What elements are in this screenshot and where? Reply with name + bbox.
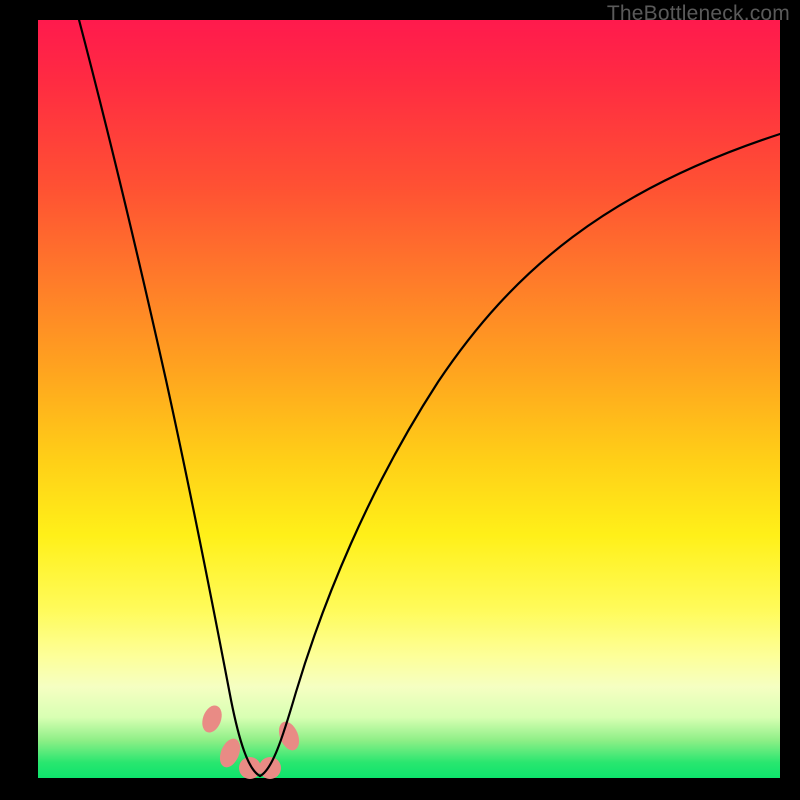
watermark-text: TheBottleneck.com [607,2,790,26]
chart-frame: TheBottleneck.com [0,0,800,800]
curve-svg [38,20,780,778]
plot-area [38,20,780,778]
marker-blob [199,703,225,735]
curve-left-branch [78,16,260,776]
curve-right-branch [260,134,780,776]
marker-blob [275,719,303,754]
